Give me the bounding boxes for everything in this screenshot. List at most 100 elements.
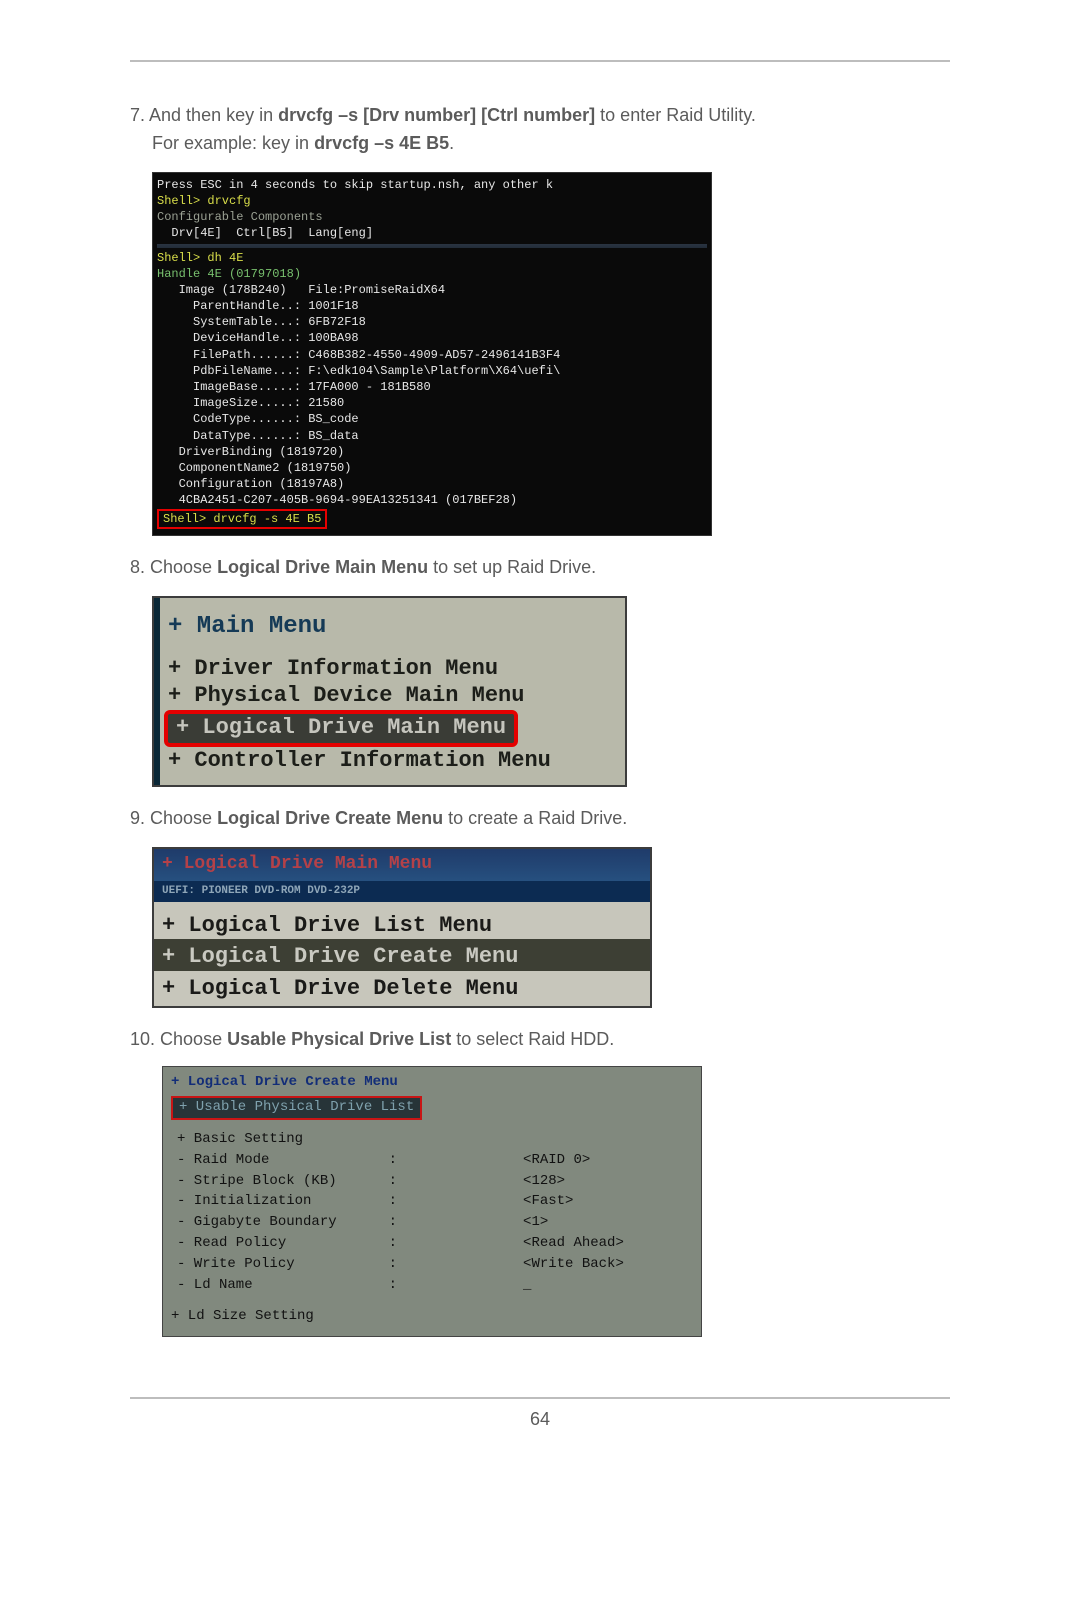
menu-item-selected: + Logical Drive Main Menu — [164, 710, 518, 748]
shell-line: Press ESC in 4 seconds to skip startup.n… — [157, 178, 553, 192]
settings-value: <128> — [403, 1172, 628, 1191]
menu-item: + Driver Information Menu — [160, 655, 619, 683]
top-rule — [130, 60, 950, 62]
shell-line: FilePath......: C468B382-4550-4909-AD57-… — [157, 347, 707, 363]
text: And then key in — [149, 105, 278, 125]
settings-row: - Initialization :<Fast> — [173, 1192, 628, 1211]
menu-item: + Controller Information Menu — [160, 747, 619, 775]
shell-line: DataType......: BS_data — [157, 428, 707, 444]
settings-value: <Read Ahead> — [403, 1234, 628, 1253]
menu-name: Usable Physical Drive List — [227, 1029, 451, 1049]
shell-highlighted-command: Shell> drvcfg -s 4E B5 — [157, 509, 327, 529]
settings-row: - Ld Name :_ — [173, 1276, 628, 1295]
shell-line: CodeType......: BS_code — [157, 411, 707, 427]
settings-value — [403, 1130, 628, 1149]
settings-row: + Basic Setting — [173, 1130, 628, 1149]
settings-colon: : — [385, 1172, 401, 1191]
page-body: 7. And then key in drvcfg –s [Drv number… — [130, 102, 950, 1337]
shell-line: Configuration (18197A8) — [157, 476, 707, 492]
shell-line: Shell> drvcfg — [157, 194, 251, 208]
settings-row: - Write Policy :<Write Back> — [173, 1255, 628, 1274]
settings-value: <RAID 0> — [403, 1151, 628, 1170]
settings-value: _ — [403, 1276, 628, 1295]
text: Choose — [150, 557, 217, 577]
shell-line: Image (178B240) File:PromiseRaidX64 — [157, 282, 707, 298]
step-7: 7. And then key in drvcfg –s [Drv number… — [130, 102, 950, 158]
settings-colon: : — [385, 1276, 401, 1295]
divider — [157, 244, 707, 248]
text: Choose — [150, 808, 217, 828]
text: to create a Raid Drive. — [443, 808, 627, 828]
menu-name: Logical Drive Main Menu — [217, 557, 428, 577]
menu-title: + Logical Drive Create Menu — [171, 1073, 693, 1092]
shell-line: DeviceHandle..: 100BA98 — [157, 330, 707, 346]
text: Choose — [160, 1029, 227, 1049]
shell-line: ImageBase.....: 17FA000 - 181B580 — [157, 379, 707, 395]
settings-colon: : — [385, 1192, 401, 1211]
bottom-rule — [130, 1397, 950, 1399]
settings-key: - Initialization — [173, 1192, 383, 1211]
step-number: 7. — [130, 105, 149, 125]
settings-value: <1> — [403, 1213, 628, 1232]
shell-line: ParentHandle..: 1001F18 — [157, 298, 707, 314]
main-menu-screenshot: + Main Menu + Driver Information Menu + … — [152, 596, 627, 787]
step-8: 8. Choose Logical Drive Main Menu to set… — [130, 554, 950, 582]
shell-line: SystemTable...: 6FB72F18 — [157, 314, 707, 330]
shell-line: ImageSize.....: 21580 — [157, 395, 707, 411]
settings-colon: : — [385, 1255, 401, 1274]
settings-row: - Stripe Block (KB) :<128> — [173, 1172, 628, 1191]
menu-item-selected: + Usable Physical Drive List — [171, 1096, 422, 1120]
settings-colon: : — [385, 1234, 401, 1253]
settings-key: - Ld Name — [173, 1276, 383, 1295]
logical-drive-create-menu-screenshot: + Logical Drive Create Menu + Usable Phy… — [162, 1066, 702, 1337]
settings-table: + Basic Setting - Raid Mode :<RAID 0>- S… — [171, 1128, 630, 1297]
shell-line: PdbFileName...: F:\edk104\Sample\Platfor… — [157, 363, 707, 379]
page-number: 64 — [130, 1409, 950, 1430]
menu-item: + Physical Device Main Menu — [160, 682, 619, 710]
text: to set up Raid Drive. — [428, 557, 596, 577]
text: to enter Raid Utility. — [595, 105, 756, 125]
logical-drive-main-menu-screenshot: + Logical Drive Main Menu UEFI: PIONEER … — [152, 847, 652, 1008]
shell-line: Drv[4E] Ctrl[B5] Lang[eng] — [157, 225, 707, 241]
shell-line: DriverBinding (1819720) — [157, 444, 707, 460]
menu-title: + Main Menu — [160, 606, 619, 655]
step-number: 8. — [130, 557, 150, 577]
shell-line: 4CBA2451-C207-405B-9694-99EA13251341 (01… — [157, 492, 707, 508]
menu-item: + Ld Size Setting — [171, 1307, 693, 1326]
document-page: 7. And then key in drvcfg –s [Drv number… — [0, 0, 1080, 1619]
step-number: 9. — [130, 808, 150, 828]
command: drvcfg –s [Drv number] [Ctrl number] — [278, 105, 595, 125]
settings-key: - Read Policy — [173, 1234, 383, 1253]
menu-title: + Logical Drive Main Menu — [154, 849, 650, 881]
step-number: 10. — [130, 1029, 160, 1049]
shell-screenshot: Press ESC in 4 seconds to skip startup.n… — [152, 172, 712, 536]
settings-value: <Fast> — [403, 1192, 628, 1211]
text: For example: key in — [152, 133, 314, 153]
shell-line: Handle 4E (01797018) — [157, 266, 707, 282]
shell-line: ComponentName2 (1819750) — [157, 460, 707, 476]
command: drvcfg –s 4E B5 — [314, 133, 449, 153]
subtext: UEFI: PIONEER DVD-ROM DVD-232P — [154, 881, 650, 902]
menu-item: + Logical Drive List Menu — [154, 908, 650, 940]
step-10: 10. Choose Usable Physical Drive List to… — [130, 1026, 950, 1054]
settings-colon: : — [385, 1213, 401, 1232]
settings-key: - Raid Mode — [173, 1151, 383, 1170]
settings-value: <Write Back> — [403, 1255, 628, 1274]
step-9: 9. Choose Logical Drive Create Menu to c… — [130, 805, 950, 833]
settings-key: - Gigabyte Boundary — [173, 1213, 383, 1232]
menu-item: + Logical Drive Delete Menu — [154, 971, 650, 1003]
menu-item-selected: + Logical Drive Create Menu — [154, 939, 650, 971]
settings-row: - Gigabyte Boundary :<1> — [173, 1213, 628, 1232]
shell-line: Shell> dh 4E — [157, 251, 243, 265]
settings-colon — [385, 1130, 401, 1149]
menu-name: Logical Drive Create Menu — [217, 808, 443, 828]
settings-row: - Read Policy :<Read Ahead> — [173, 1234, 628, 1253]
shell-line: Configurable Components — [157, 209, 707, 225]
settings-key: - Write Policy — [173, 1255, 383, 1274]
text: . — [449, 133, 454, 153]
settings-key: + Basic Setting — [173, 1130, 383, 1149]
text: to select Raid HDD. — [451, 1029, 614, 1049]
settings-key: - Stripe Block (KB) — [173, 1172, 383, 1191]
settings-row: - Raid Mode :<RAID 0> — [173, 1151, 628, 1170]
settings-colon: : — [385, 1151, 401, 1170]
